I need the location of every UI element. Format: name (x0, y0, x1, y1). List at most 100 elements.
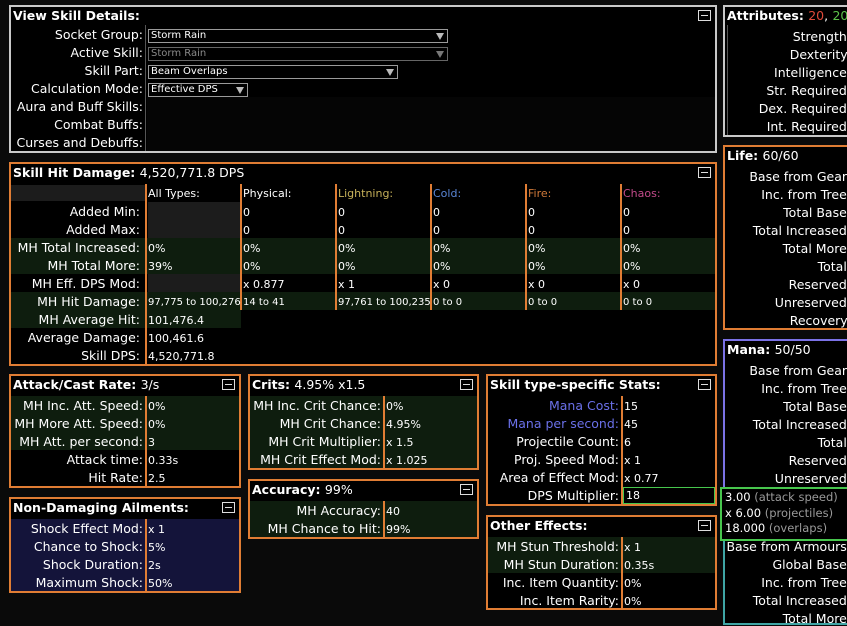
active-skill-select[interactable]: Storm Rain (148, 47, 448, 61)
stat-value: x 1.5 (386, 436, 414, 449)
attack-rate-panel: Attack/Cast Rate: 3/s MH Inc. Att. Speed… (9, 374, 241, 488)
stat-label: MH Accuracy: (296, 503, 381, 518)
collapse-icon[interactable] (222, 502, 235, 513)
col-lightning: Lightning: (338, 187, 393, 200)
row-label: MH Eff. DPS Mod: (32, 276, 140, 291)
collapse-icon[interactable] (698, 167, 711, 178)
stat-label: MH Inc. Att. Speed: (23, 398, 143, 413)
collapse-icon[interactable] (222, 379, 235, 390)
row-label: MH Total Increased: (18, 240, 140, 255)
collapse-icon[interactable] (460, 379, 473, 390)
stat-label: MH More Att. Speed: (14, 416, 143, 431)
chevron-down-icon (236, 87, 244, 94)
es-row: Total More: (783, 611, 847, 626)
cell: 0 (528, 224, 535, 237)
dps-multiplier-value: 18 (626, 489, 640, 502)
aura-buff-label: Aura and Buff Skills: (17, 99, 143, 114)
cell: 0% (433, 260, 450, 273)
stat-value: x 0.77 (624, 472, 659, 485)
ailments-panel: Non-Damaging Ailments: Shock Effect Mod:… (9, 497, 241, 593)
cell: 0% (148, 242, 165, 255)
skill-part-value: Beam Overlaps (151, 66, 228, 77)
stat-value: 5% (148, 541, 165, 554)
es-row: Base from Armours: (726, 539, 847, 554)
cell: 0% (433, 242, 450, 255)
stat-label: MH Crit Chance: (280, 416, 381, 431)
cell: 14 to 41 (243, 297, 285, 308)
collapse-icon[interactable] (698, 10, 711, 21)
socket-group-select[interactable]: Storm Rain (148, 29, 448, 43)
collapse-icon[interactable] (698, 379, 711, 390)
cell: 0% (528, 260, 545, 273)
stat-value: 45 (624, 418, 638, 431)
skill-type-stats-title: Skill type-specific Stats: (490, 377, 661, 392)
stat-label: Inc. Item Quantity: (503, 575, 619, 590)
collapse-icon[interactable] (698, 520, 711, 531)
dps-value: 4,520,771.8 DPS (140, 165, 245, 180)
stat-value: x 1 (624, 541, 641, 554)
tooltip-line: 3.00 (attack speed) (725, 490, 847, 506)
stat-label: MH Stun Duration: (504, 557, 619, 572)
mana-panel: Mana: 50/50 Base from Gear: Inc. from Tr… (723, 339, 847, 499)
dex-required-label: Dex. Required: (759, 101, 847, 116)
stat-value: 6 (624, 436, 631, 449)
crits-title: Crits: 4.95% x1.5 (252, 377, 365, 392)
cell: x 0.877 (243, 278, 285, 291)
life-row: Total: (818, 259, 847, 274)
cell: 0 (243, 206, 250, 219)
es-row: Total Increased: (753, 593, 847, 608)
stat-label: Shock Effect Mod: (31, 521, 143, 536)
other-effects-panel: Other Effects: MH Stun Threshold: MH Stu… (486, 515, 717, 610)
col-physical: Physical: (243, 187, 291, 200)
life-row: Total More: (783, 241, 847, 256)
skill-part-select[interactable]: Beam Overlaps (148, 65, 398, 79)
stat-label: Area of Effect Mod: (500, 470, 619, 485)
mana-value: 50/50 (775, 342, 811, 357)
stat-label: Proj. Speed Mod: (514, 452, 619, 467)
stat-value: 0% (624, 577, 641, 590)
cell: 0% (243, 242, 260, 255)
mana-row: Base from Gear: (749, 363, 847, 378)
cell: 0% (243, 260, 260, 273)
active-skill-label: Active Skill: (71, 45, 143, 60)
cell: 0 (433, 224, 440, 237)
calc-mode-select[interactable]: Effective DPS (148, 83, 248, 97)
es-row: Inc. from Tree: (761, 575, 847, 590)
accuracy-title: Accuracy: 99% (252, 482, 353, 497)
cell: 0% (338, 242, 355, 255)
stat-value: 3 (148, 436, 155, 449)
cell: 0 (338, 224, 345, 237)
stat-label: Mana per second: (507, 416, 619, 431)
tooltip-line: 18.000 (overlaps) (725, 521, 847, 537)
col-fire: Fire: (528, 187, 551, 200)
life-row: Recovery: (790, 313, 847, 328)
stat-value: 0.33s (148, 454, 178, 467)
skill-hit-damage-panel: Skill Hit Damage: 4,520,771.8 DPS All Ty… (9, 162, 717, 366)
active-skill-value: Storm Rain (151, 48, 206, 59)
collapse-icon[interactable] (460, 484, 473, 495)
cell: 0 (433, 206, 440, 219)
attack-rate-title: Attack/Cast Rate: 3/s (13, 377, 159, 392)
buff-list-area (147, 97, 715, 151)
skill-type-stats-panel: Skill type-specific Stats: Mana Cost: Ma… (486, 374, 717, 506)
stat-label: MH Inc. Crit Chance: (253, 398, 381, 413)
socket-group-label: Socket Group: (55, 27, 143, 42)
cell: 0 (623, 206, 630, 219)
attributes-title: Attributes: 20, 20 (727, 8, 847, 23)
row-label: Average Damage: (28, 330, 140, 345)
stat-value: 2.5 (148, 472, 166, 485)
cell: x 0 (433, 278, 450, 291)
stat-value: 15 (624, 400, 638, 413)
skill-dps-value: 4,520,771.8 (148, 350, 214, 363)
stat-value: 99% (386, 523, 410, 536)
skill-part-label: Skill Part: (85, 63, 143, 78)
cell: 0% (338, 260, 355, 273)
cell: 0% (528, 242, 545, 255)
hit-damage-title: Skill Hit Damage: 4,520,771.8 DPS (13, 165, 244, 180)
stat-label: MH Crit Multiplier: (268, 434, 381, 449)
stat-value: 0% (148, 400, 165, 413)
stat-label: MH Stun Threshold: (496, 539, 619, 554)
stat-value: 0% (386, 400, 403, 413)
stat-label: MH Crit Effect Mod: (260, 452, 381, 467)
stat-label: Chance to Shock: (34, 539, 143, 554)
